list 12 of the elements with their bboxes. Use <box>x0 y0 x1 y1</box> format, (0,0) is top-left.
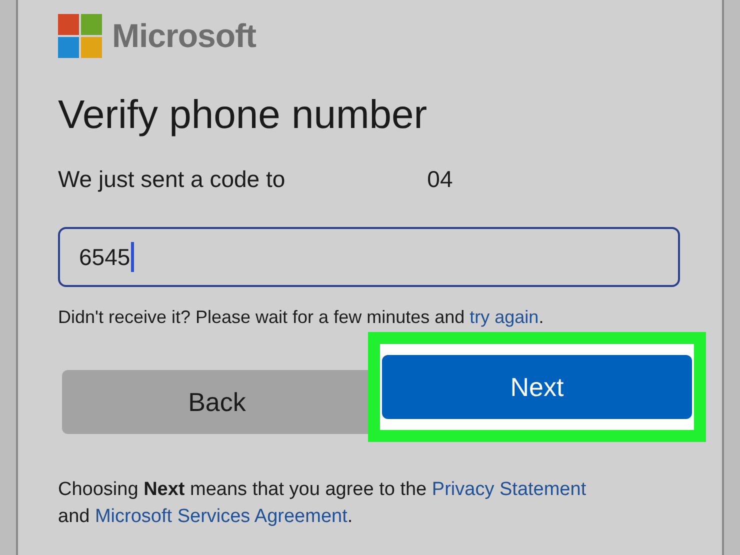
next-button[interactable]: Next <box>382 355 692 419</box>
terms-notice: Choosing Next means that you agree to the Privacy Statement and Microsoft Services Agreement. <box>58 478 588 529</box>
resend-notice: Didn't receive it? Please wait for a few minutes and try again. <box>58 307 545 328</box>
code-input-field[interactable]: 6545 <box>58 227 680 287</box>
four-squares-logo-icon <box>58 14 102 58</box>
brand-name: Microsoft <box>112 17 256 55</box>
privacy-statement-link[interactable]: Privacy Statement <box>432 479 586 500</box>
try-again-link[interactable]: try again <box>470 307 539 327</box>
sent-notice: We just sent a code to <box>58 166 286 193</box>
services-agreement-link[interactable]: Microsoft Services Agreement <box>94 506 348 527</box>
phone-number-end: 04 <box>427 166 453 193</box>
page-title: Verify phone number <box>58 92 428 138</box>
